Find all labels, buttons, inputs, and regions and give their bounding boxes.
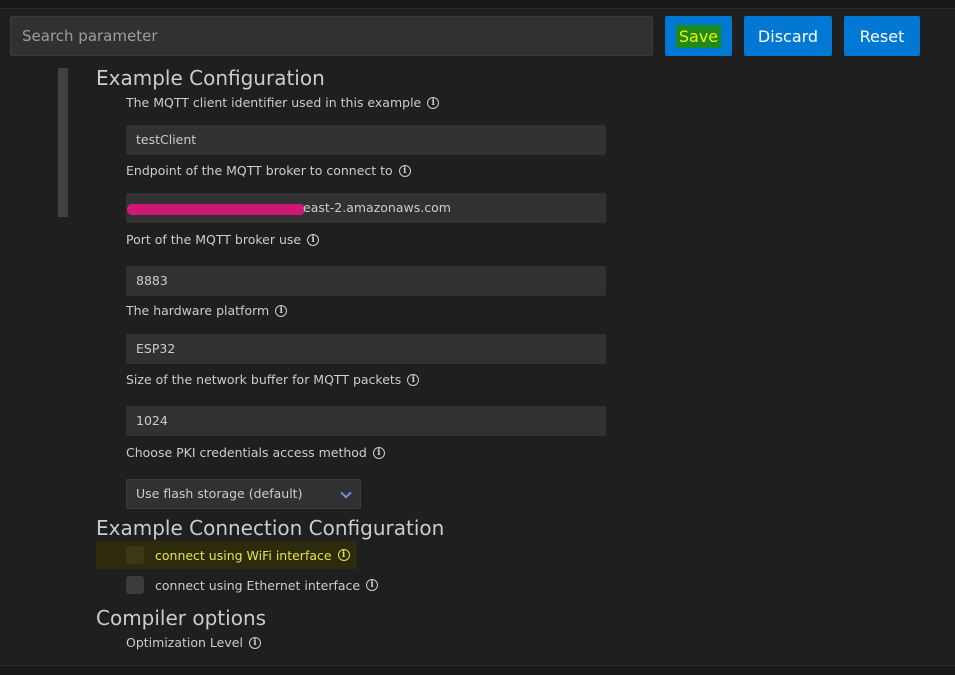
port-label-text: Port of the MQTT broker use [126,232,302,247]
info-icon[interactable]: i [275,304,288,317]
section-title-connection-configuration: Example Connection Configuration [96,516,445,540]
buffer-field[interactable]: 1024 [126,406,606,436]
reset-button[interactable]: Reset [844,16,920,56]
platform-label-text: The hardware platform [126,303,270,318]
wifi-option-row[interactable]: connect using WiFi interface i [96,541,357,569]
platform-field[interactable]: ESP32 [126,334,606,364]
client-id-label: The MQTT client identifier used in this … [126,95,440,110]
pki-label-text: Choose PKI credentials access method [126,445,367,460]
optimization-label: Optimization Level i [126,635,261,650]
wifi-option-label: connect using WiFi interface [155,547,332,563]
buffer-label: Size of the network buffer for MQTT pack… [126,372,420,387]
pki-select-value: Use flash storage (default) [136,486,303,501]
info-icon[interactable]: i [248,636,261,649]
endpoint-label: Endpoint of the MQTT broker to connect t… [126,163,411,178]
section-title-compiler-options: Compiler options [96,606,267,630]
client-id-field[interactable]: testClient [126,125,606,155]
pki-label: Choose PKI credentials access method i [126,445,385,460]
client-id-label-text: The MQTT client identifier used in this … [126,95,422,110]
ethernet-option-label: connect using Ethernet interface [155,577,361,593]
port-field[interactable]: 8883 [126,266,606,296]
info-icon[interactable]: i [307,233,320,246]
info-icon[interactable]: i [337,549,350,561]
buffer-label-text: Size of the network buffer for MQTT pack… [126,372,402,387]
save-button[interactable]: Save [665,16,732,56]
endpoint-label-text: Endpoint of the MQTT broker to connect t… [126,163,393,178]
top-border [0,0,955,9]
ethernet-option-row[interactable]: connect using Ethernet interface i [96,571,379,599]
port-label: Port of the MQTT broker use i [126,232,320,247]
wifi-checkbox[interactable] [126,546,144,564]
section-title-example-configuration: Example Configuration [96,66,325,90]
discard-button[interactable]: Discard [744,16,832,56]
search-input[interactable] [10,16,653,56]
platform-label: The hardware platform i [126,303,288,318]
optimization-label-text: Optimization Level [126,635,243,650]
ethernet-checkbox[interactable] [126,576,144,594]
endpoint-field[interactable]: east-2.amazonaws.com [126,193,606,223]
info-icon[interactable]: i [407,373,420,386]
info-icon[interactable]: i [366,579,379,591]
info-icon[interactable]: i [427,96,440,109]
pki-select[interactable]: Use flash storage (default) [126,479,361,509]
redaction-mark [127,204,305,215]
endpoint-field-text: east-2.amazonaws.com [303,200,451,215]
info-icon[interactable]: i [372,446,385,459]
chevron-down-icon[interactable] [340,487,352,499]
save-button-label: Save [675,24,722,48]
scroll-indicator[interactable] [58,68,68,217]
bottom-border [0,665,955,675]
info-icon[interactable]: i [398,164,411,177]
